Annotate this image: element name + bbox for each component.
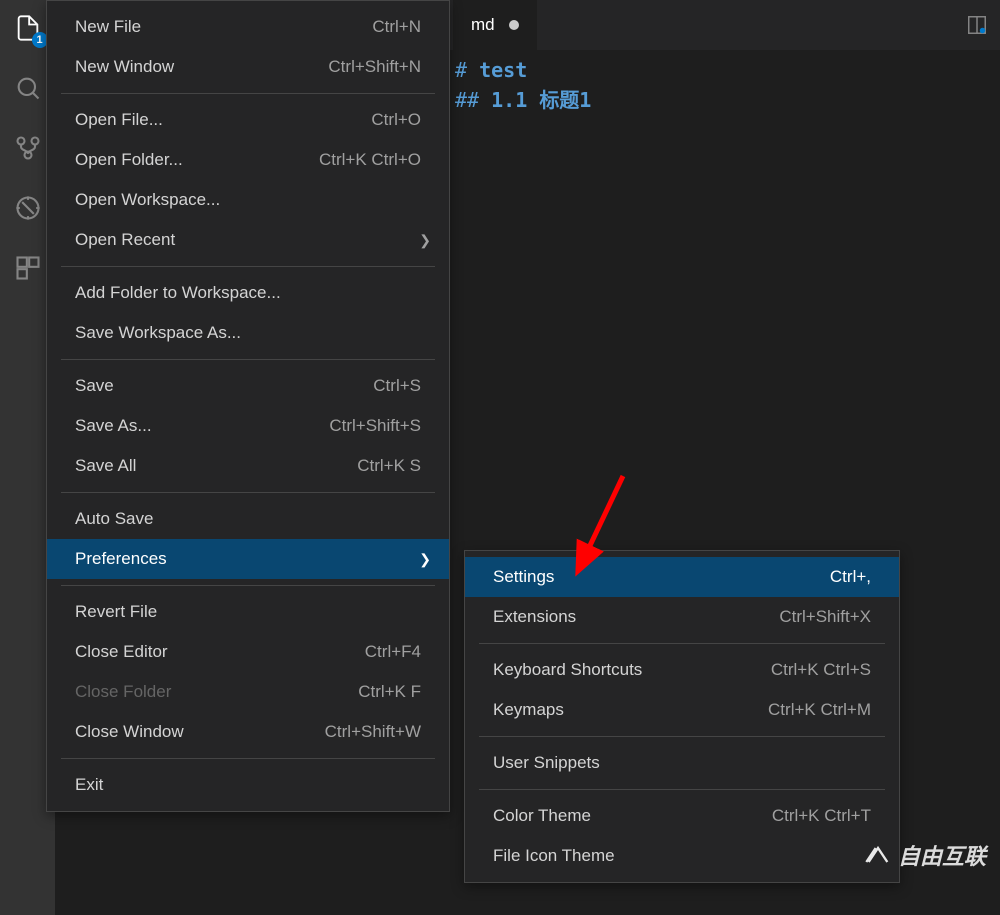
menu-separator [479,643,885,644]
menu-close-window[interactable]: Close WindowCtrl+Shift+W [47,712,449,752]
menu-auto-save[interactable]: Auto Save [47,499,449,539]
menu-add-folder[interactable]: Add Folder to Workspace... [47,273,449,313]
menu-save-workspace-as[interactable]: Save Workspace As... [47,313,449,353]
extensions-icon[interactable] [12,252,44,284]
menu-separator [61,266,435,267]
chevron-right-icon: ❯ [419,232,431,249]
menu-separator [61,492,435,493]
menu-exit[interactable]: Exit [47,765,449,805]
menu-open-recent[interactable]: Open Recent❯ [47,220,449,260]
submenu-keymaps[interactable]: KeymapsCtrl+K Ctrl+M [465,690,899,730]
chevron-right-icon: ❯ [419,551,431,568]
menu-preferences[interactable]: Preferences❯ [47,539,449,579]
menu-revert-file[interactable]: Revert File [47,592,449,632]
menu-separator [61,359,435,360]
menu-separator [479,736,885,737]
split-editor-icon[interactable] [966,14,988,41]
file-menu: New FileCtrl+N New WindowCtrl+Shift+N Op… [46,0,450,812]
submenu-settings[interactable]: SettingsCtrl+, [465,557,899,597]
editor-content[interactable]: # test ## 1.1 标题1 [455,55,1000,115]
editor-tab[interactable]: md [453,0,537,50]
submenu-keyboard-shortcuts[interactable]: Keyboard ShortcutsCtrl+K Ctrl+S [465,650,899,690]
menu-open-workspace[interactable]: Open Workspace... [47,180,449,220]
watermark: 自由互联 [864,839,986,871]
menu-separator [479,789,885,790]
tab-name: md [471,15,495,35]
menu-open-folder[interactable]: Open Folder...Ctrl+K Ctrl+O [47,140,449,180]
search-icon[interactable] [12,72,44,104]
explorer-icon[interactable]: 1 [12,12,44,44]
submenu-user-snippets[interactable]: User Snippets [465,743,899,783]
menu-close-folder: Close FolderCtrl+K F [47,672,449,712]
submenu-color-theme[interactable]: Color ThemeCtrl+K Ctrl+T [465,796,899,836]
menu-new-file[interactable]: New FileCtrl+N [47,7,449,47]
menu-separator [61,93,435,94]
editor-line-2: ## 1.1 标题1 [455,85,1000,115]
menu-separator [61,585,435,586]
dirty-indicator-icon [509,20,519,30]
menu-open-file[interactable]: Open File...Ctrl+O [47,100,449,140]
debug-icon[interactable] [12,192,44,224]
menu-close-editor[interactable]: Close EditorCtrl+F4 [47,632,449,672]
submenu-file-icon-theme[interactable]: File Icon Theme [465,836,899,876]
menu-separator [61,758,435,759]
menu-new-window[interactable]: New WindowCtrl+Shift+N [47,47,449,87]
menu-save-as[interactable]: Save As...Ctrl+Shift+S [47,406,449,446]
source-control-icon[interactable] [12,132,44,164]
preferences-submenu: SettingsCtrl+, ExtensionsCtrl+Shift+X Ke… [464,550,900,883]
menu-save[interactable]: SaveCtrl+S [47,366,449,406]
editor-line-1: # test [455,55,1000,85]
submenu-extensions[interactable]: ExtensionsCtrl+Shift+X [465,597,899,637]
menu-save-all[interactable]: Save AllCtrl+K S [47,446,449,486]
